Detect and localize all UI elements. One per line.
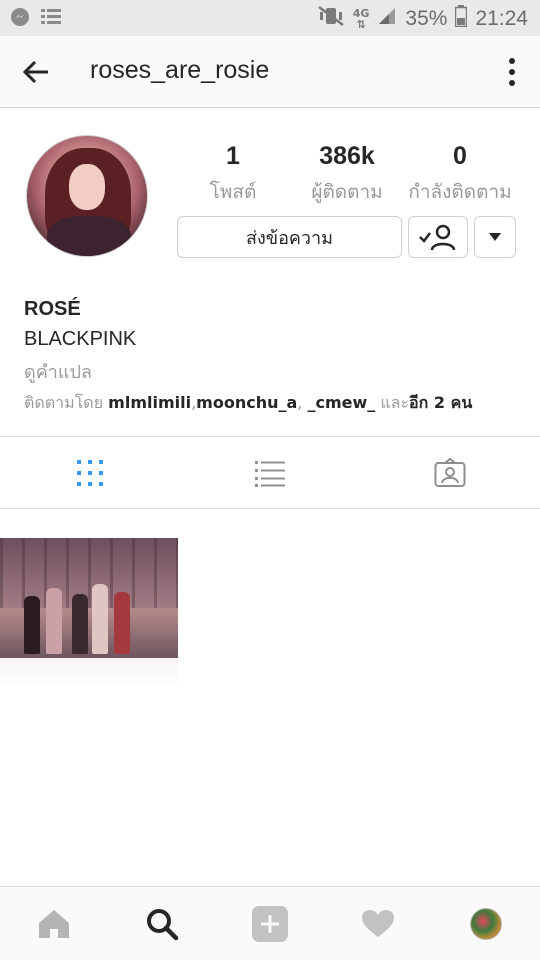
nav-search[interactable]: [108, 887, 216, 960]
battery-icon: [455, 5, 468, 32]
bottom-navigation: [0, 886, 540, 960]
nav-home[interactable]: [0, 887, 108, 960]
suggestions-dropdown-button[interactable]: [474, 216, 516, 258]
posts-count-value: 1: [226, 142, 240, 170]
following-count-value: 0: [453, 142, 467, 170]
battery-percent: 35%: [405, 6, 448, 30]
message-button[interactable]: ส่งข้อความ: [177, 216, 402, 258]
tab-grid-view[interactable]: [0, 437, 180, 509]
heart-icon: [362, 910, 394, 937]
following-check-icon: [419, 224, 456, 251]
status-bar: 4G ⇅ 35% 21:24: [0, 0, 540, 36]
network-label: 4G: [352, 6, 370, 20]
followers-count-label: ผู้ติดตาม: [311, 181, 383, 203]
grid-icon: [77, 460, 103, 486]
nav-activity[interactable]: [324, 887, 432, 960]
clock: 21:24: [475, 6, 528, 30]
tab-list-view[interactable]: [180, 437, 360, 509]
back-button[interactable]: [18, 54, 54, 90]
followed-by-prefix: ติดตามโดย: [24, 393, 104, 412]
profile-avatar-icon: [470, 908, 502, 940]
post-thumbnail[interactable]: [0, 538, 178, 658]
posts-count-label: โพสต์: [209, 181, 257, 203]
followers-count[interactable]: 386k ผู้ติดตาม: [300, 142, 394, 207]
nav-profile[interactable]: [432, 887, 540, 960]
network-4g-icon: 4G ⇅: [352, 6, 370, 31]
follower-name-1[interactable]: mlmlimili: [108, 393, 191, 412]
posts-count[interactable]: 1 โพสต์: [204, 142, 262, 207]
signal-icon: [377, 6, 397, 31]
post-shadow: [0, 658, 178, 688]
mute-vibrate-icon: [317, 5, 345, 32]
more-options-icon: [509, 58, 515, 64]
follower-separator-2: ,: [297, 393, 308, 412]
home-icon: [39, 910, 69, 938]
list-view-icon: [255, 461, 285, 487]
profile-display-name: ROSÉ: [24, 298, 81, 320]
profile-bio: BLACKPINK: [24, 328, 137, 350]
profile-header-bar: roses_are_rosie: [0, 36, 540, 108]
profile-username: roses_are_rosie: [90, 56, 270, 84]
add-post-icon: [252, 906, 288, 942]
following-button[interactable]: [408, 216, 468, 258]
back-arrow-icon: [22, 60, 48, 84]
status-right: 4G ⇅ 35% 21:24: [317, 5, 528, 32]
following-count[interactable]: 0 กำลังติดตาม: [405, 142, 515, 207]
profile-avatar[interactable]: [26, 135, 148, 257]
following-count-label: กำลังติดตาม: [408, 181, 512, 203]
list-icon: [40, 7, 62, 31]
see-translation-link[interactable]: ดูคำแปล: [24, 357, 92, 386]
follower-name-3[interactable]: _cmew_: [307, 393, 375, 412]
nav-new-post[interactable]: [216, 887, 324, 960]
messenger-icon: [10, 7, 30, 31]
followers-more-link[interactable]: อีก 2 คน: [409, 393, 472, 412]
followers-count-value: 386k: [319, 142, 375, 170]
more-options-button[interactable]: [500, 54, 524, 90]
status-left: [10, 7, 62, 31]
chevron-down-icon: [489, 233, 501, 241]
follower-conjunction: และ: [375, 393, 410, 412]
search-icon: [147, 909, 179, 941]
tagged-photos-icon: [434, 458, 466, 487]
tab-tagged-view[interactable]: [360, 437, 540, 509]
follower-name-2[interactable]: moonchu_a: [196, 393, 297, 412]
followed-by-line[interactable]: ติดตามโดย mlmlimili,moonchu_a, _cmew_ แล…: [24, 391, 472, 416]
profile-view-tabs: [0, 436, 540, 509]
